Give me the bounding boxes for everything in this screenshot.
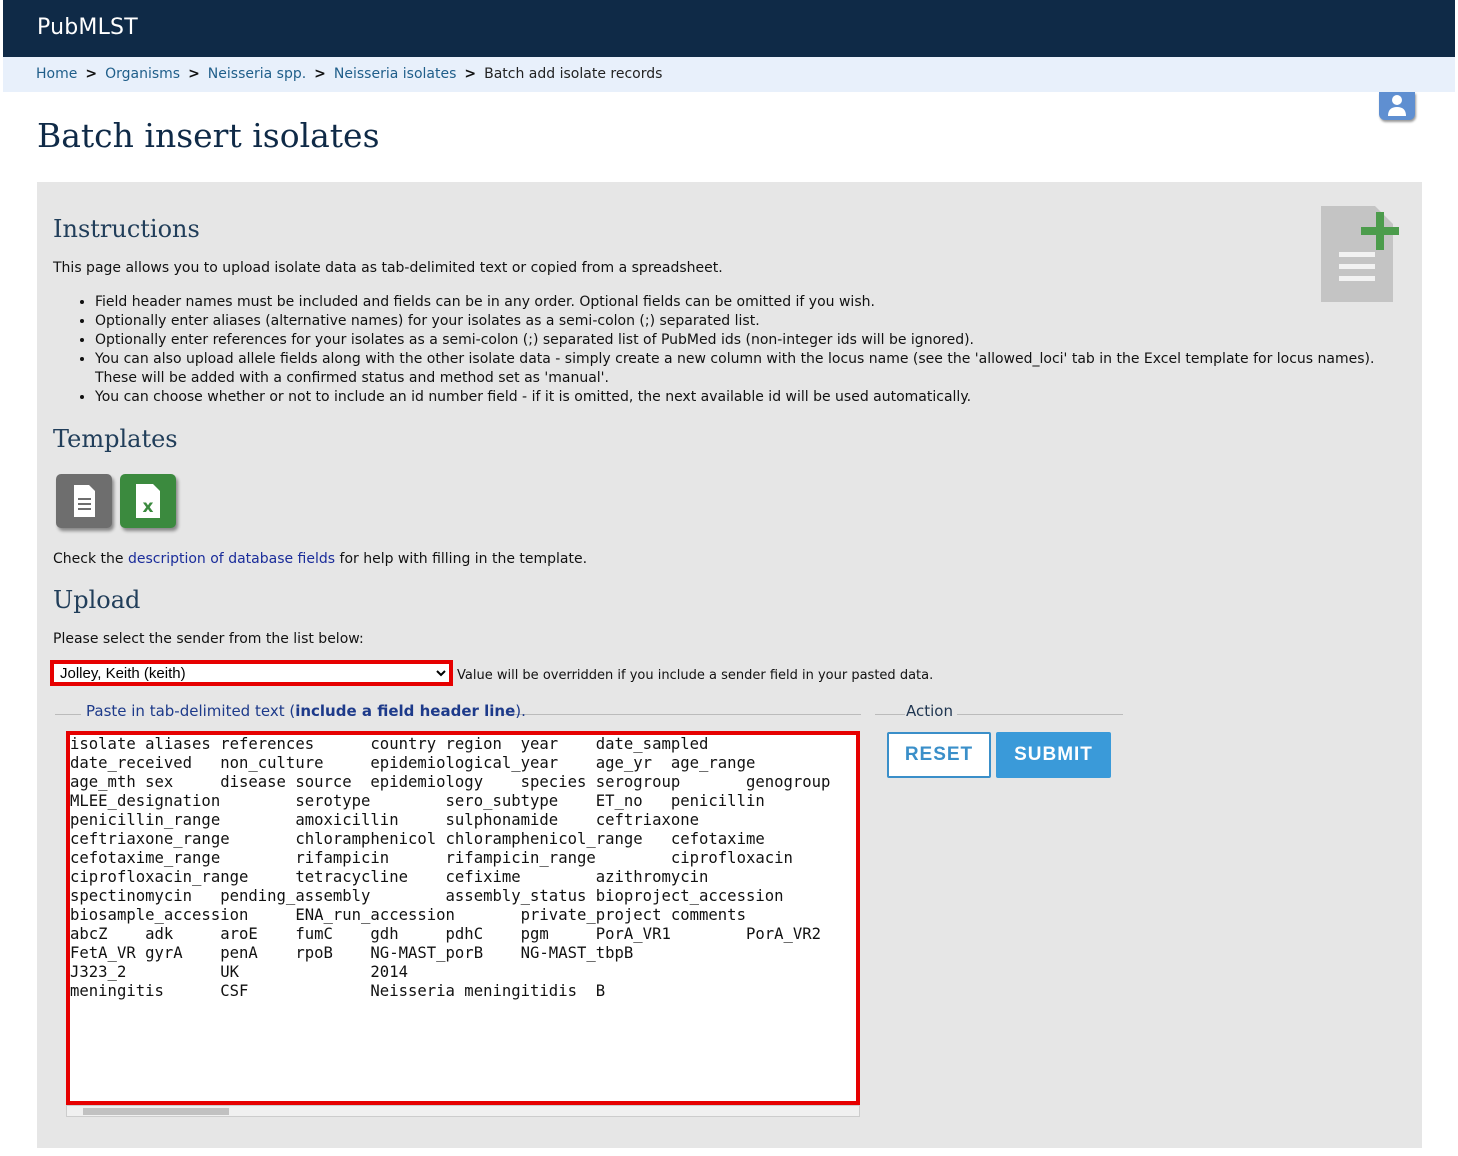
action-fieldset-border (875, 714, 905, 715)
paste-area: isolate aliases references country regio… (66, 731, 860, 1117)
instruction-item: Field header names must be included and … (95, 293, 1375, 312)
breadcrumb-separator: > (85, 66, 98, 82)
instruction-item: Optionally enter references for your iso… (95, 331, 1375, 350)
breadcrumb-home-link[interactable]: Home (36, 66, 77, 82)
submit-button[interactable]: SUBMIT (996, 732, 1111, 778)
sender-select[interactable]: Jolley, Keith (keith) (50, 660, 453, 686)
legend-suffix: ). (515, 702, 526, 720)
text-file-icon (74, 485, 95, 517)
breadcrumb-organisms-link[interactable]: Organisms (105, 66, 180, 82)
site-brand[interactable]: PubMLST (37, 15, 138, 40)
reset-button[interactable]: RESET (887, 732, 991, 778)
instructions-intro: This page allows you to upload isolate d… (53, 260, 723, 276)
database-fields-description-link[interactable]: description of database fields (128, 551, 335, 567)
legend-prefix: Paste in tab-delimited text ( (86, 702, 296, 720)
paste-fieldset-legend: Paste in tab-delimited text (include a f… (86, 702, 526, 720)
download-excel-template-button[interactable]: x (120, 474, 176, 528)
page-title: Batch insert isolates (37, 116, 380, 155)
breadcrumb-neisseria-spp-link[interactable]: Neisseria spp. (208, 66, 306, 82)
excel-glyph: x (143, 497, 154, 517)
instructions-heading: Instructions (53, 215, 200, 243)
instructions-list: Field header names must be included and … (77, 293, 1375, 407)
scrollbar-thumb[interactable] (83, 1108, 229, 1115)
paste-fieldset-border (55, 714, 81, 715)
paste-fieldset-border (503, 714, 861, 715)
template-help-suffix: for help with filling in the template. (335, 551, 588, 567)
breadcrumb-neisseria-isolates-link[interactable]: Neisseria isolates (334, 66, 456, 82)
sender-override-note: Value will be overridden if you include … (457, 668, 934, 683)
textarea-horizontal-scrollbar[interactable] (66, 1105, 860, 1117)
templates-heading: Templates (53, 425, 178, 453)
template-help-prefix: Check the (53, 551, 128, 567)
excel-file-icon: x (136, 484, 160, 518)
breadcrumb-separator: > (188, 66, 200, 82)
action-fieldset-border (957, 714, 1123, 715)
action-fieldset-legend: Action (906, 702, 953, 720)
instruction-item: You can choose whether or not to include… (95, 388, 1375, 407)
upload-heading: Upload (53, 586, 141, 614)
legend-bold: include a field header line (295, 702, 516, 720)
instruction-item: Optionally enter aliases (alternative na… (95, 312, 1375, 331)
add-document-icon (1321, 206, 1399, 302)
download-text-template-button[interactable] (56, 474, 112, 528)
breadcrumb-separator: > (314, 66, 326, 82)
breadcrumb-separator: > (464, 66, 477, 82)
breadcrumb: Home > Organisms > Neisseria spp. > Neisseria … (3, 57, 1455, 92)
user-account-icon[interactable] (1379, 92, 1415, 120)
main-panel: Instructions This page allows you to upl… (37, 182, 1422, 1148)
top-header-bar: PubMLST (3, 0, 1455, 57)
instruction-item: You can also upload allele fields along … (95, 350, 1375, 388)
sender-select-prompt: Please select the sender from the list b… (53, 631, 364, 647)
tab-delimited-textarea[interactable]: isolate aliases references country regio… (66, 731, 860, 1105)
template-help-text: Check the description of database fields… (53, 551, 587, 567)
breadcrumb-current: Batch add isolate records (484, 66, 663, 82)
